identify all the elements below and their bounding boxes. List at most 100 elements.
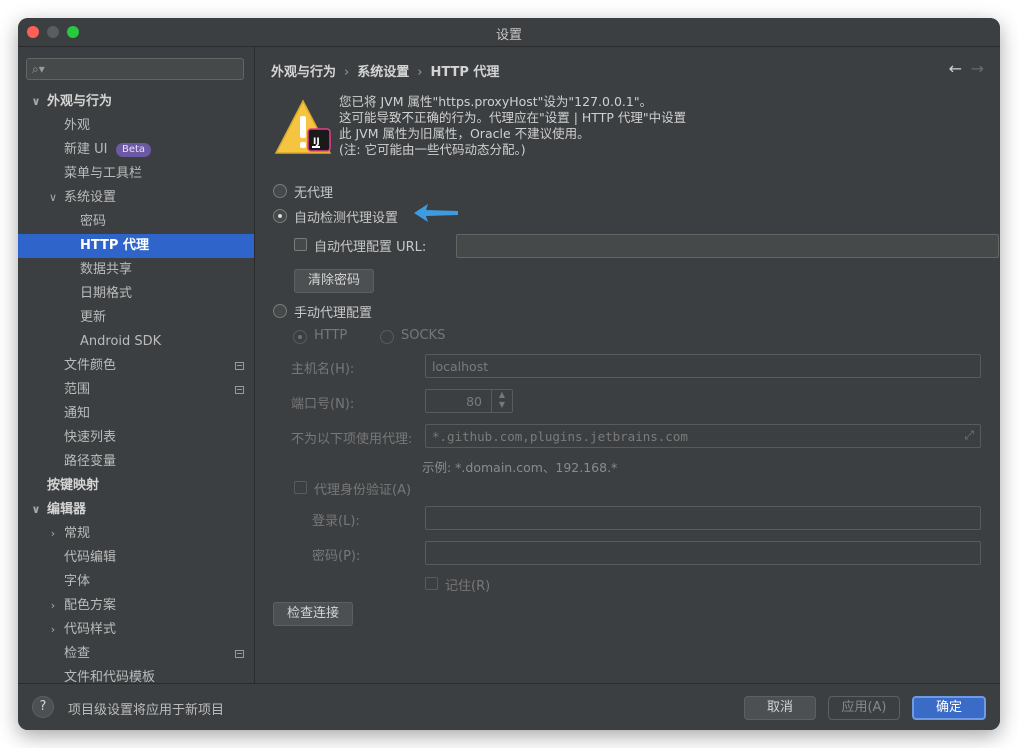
no-proxy-for-input[interactable]: *.github.com,plugins.jetbrains.com ⤢ [425, 424, 981, 448]
sidebar-item[interactable]: 路径变量 [18, 450, 254, 474]
sidebar-item[interactable]: 数据共享 [18, 258, 254, 282]
sidebar-item-label: 菜单与工具栏 [64, 166, 143, 181]
sidebar-item[interactable]: 按键映射 [18, 474, 254, 498]
back-arrow-icon[interactable]: ← [949, 59, 962, 78]
sidebar-item[interactable]: 文件和代码模板 [18, 666, 254, 683]
login-label: 登录(L): [312, 514, 360, 529]
sidebar-item-label: 数据共享 [80, 262, 133, 277]
beta-badge: Beta [116, 143, 152, 157]
password-input[interactable] [425, 541, 981, 565]
sidebar-item-label: 密码 [80, 214, 107, 229]
blue-arrow-annotation-icon [414, 204, 458, 222]
sidebar-item[interactable]: 更新 [18, 306, 254, 330]
chevron-down-icon[interactable]: ∨ [47, 186, 59, 210]
forward-arrow-icon[interactable]: → [971, 59, 984, 78]
sidebar-item[interactable]: 密码 [18, 210, 254, 234]
remember-label[interactable]: 记住(R) [445, 575, 490, 594]
project-scope-icon [235, 362, 244, 370]
sidebar-item[interactable]: ∨ 编辑器 [18, 498, 254, 522]
sidebar-item[interactable]: ∨ 外观与行为 [18, 90, 254, 114]
auto-config-url-checkbox[interactable] [294, 238, 307, 251]
http-label[interactable]: HTTP [314, 328, 347, 343]
search-input[interactable]: ⌕▾ [26, 58, 244, 80]
ok-button[interactable]: 确定 [912, 696, 986, 720]
warning-line: 您已将 JVM 属性"https.proxyHost"设为"127.0.0.1"… [339, 94, 653, 109]
auto-detect-radio[interactable] [273, 209, 287, 223]
sidebar-item[interactable]: 外观 [18, 114, 254, 138]
sidebar-item-label: 系统设置 [64, 190, 117, 205]
example-hint: 示例: *.domain.com、192.168.* [422, 460, 618, 475]
sidebar-item-label: 文件颜色 [64, 358, 117, 373]
breadcrumb-item[interactable]: 系统设置 [357, 65, 409, 80]
sidebar-item[interactable]: 菜单与工具栏 [18, 162, 254, 186]
auto-config-url-input[interactable] [456, 234, 999, 258]
breadcrumb-separator: › [344, 65, 350, 80]
warning-line: 这可能导致不正确的行为。代理应在"设置 | HTTP 代理"中设置 [339, 110, 687, 125]
sidebar-item-label: 路径变量 [64, 454, 117, 469]
chevron-right-icon[interactable]: › [47, 522, 59, 546]
sidebar-item[interactable]: › 常规 [18, 522, 254, 546]
check-connection-button[interactable]: 检查连接 [273, 602, 353, 626]
sidebar-item-label: 检查 [64, 646, 91, 661]
sidebar-item[interactable]: 字体 [18, 570, 254, 594]
sidebar-item[interactable]: › 配色方案 [18, 594, 254, 618]
sidebar-item[interactable]: 通知 [18, 402, 254, 426]
sidebar-item[interactable]: 新建 UI Beta [18, 138, 254, 162]
sidebar-item-label: 按键映射 [47, 478, 100, 493]
port-stepper[interactable]: 80 ▲ ▼ [425, 389, 513, 413]
settings-sidebar: ⌕▾ ∨ 外观与行为外观 新建 UI Beta 菜单与工具栏 ∨ 系统设置密码 HTTP 代理… [18, 47, 255, 683]
sidebar-item[interactable]: 代码编辑 [18, 546, 254, 570]
breadcrumb: 外观与行为 › 系统设置 › HTTP 代理 [271, 61, 499, 80]
auto-detect-label[interactable]: 自动检测代理设置 [294, 207, 398, 226]
sidebar-item[interactable]: HTTP 代理 [18, 234, 254, 258]
sidebar-item-label: 范围 [64, 382, 91, 397]
apply-button[interactable]: 应用(A) [828, 696, 900, 720]
socks-radio[interactable] [380, 330, 394, 344]
breadcrumb-item[interactable]: 外观与行为 [271, 65, 336, 80]
port-spinner-icon[interactable]: ▲ ▼ [491, 390, 512, 412]
project-scope-icon [235, 386, 244, 394]
sidebar-item-label: HTTP 代理 [80, 238, 149, 253]
no-proxy-radio[interactable] [273, 184, 287, 198]
sidebar-item[interactable]: 范围 [18, 378, 254, 402]
sidebar-item-label: 常规 [64, 526, 91, 541]
chevron-right-icon[interactable]: › [47, 594, 59, 618]
sidebar-item[interactable]: 文件颜色 [18, 354, 254, 378]
sidebar-item-label: 代码样式 [64, 622, 117, 637]
login-input[interactable] [425, 506, 981, 530]
sidebar-item-label: 通知 [64, 406, 91, 421]
sidebar-item[interactable]: Android SDK [18, 330, 254, 354]
chevron-down-icon[interactable]: ∨ [30, 498, 42, 522]
intellij-badge-text: IJ [313, 137, 320, 147]
password-label: 密码(P): [312, 549, 361, 564]
breadcrumb-current: HTTP 代理 [430, 65, 500, 80]
auto-config-url-label[interactable]: 自动代理配置 URL: [314, 236, 426, 255]
sidebar-item[interactable]: 日期格式 [18, 282, 254, 306]
chevron-down-icon[interactable]: ∨ [30, 90, 42, 114]
warning-line: 此 JVM 属性为旧属性，Oracle 不建议使用。 [339, 126, 590, 141]
sidebar-item[interactable]: 快速列表 [18, 426, 254, 450]
chevron-right-icon[interactable]: › [47, 618, 59, 642]
sidebar-item[interactable]: › 代码样式 [18, 618, 254, 642]
clear-passwords-button[interactable]: 清除密码 [294, 269, 374, 293]
search-icon: ⌕▾ [32, 62, 45, 76]
warning-line: (注: 它可能由一些代码动态分配。) [339, 142, 526, 157]
sidebar-item-label: 外观与行为 [47, 94, 113, 109]
manual-proxy-radio[interactable] [273, 304, 287, 318]
manual-proxy-label[interactable]: 手动代理配置 [294, 302, 372, 321]
expand-icon[interactable]: ⤢ [964, 428, 974, 443]
sidebar-item[interactable]: 检查 [18, 642, 254, 666]
http-radio[interactable] [293, 330, 307, 344]
host-input[interactable]: localhost [425, 354, 981, 378]
help-button[interactable]: ? [32, 696, 54, 718]
socks-label[interactable]: SOCKS [401, 328, 445, 343]
dialog-footer: ? 项目级设置将应用于新项目 取消 应用(A) 确定 [18, 683, 1000, 730]
cancel-button[interactable]: 取消 [744, 696, 816, 720]
sidebar-item-label: 日期格式 [80, 286, 133, 301]
title-bar: 设置 [18, 18, 1000, 47]
sidebar-item[interactable]: ∨ 系统设置 [18, 186, 254, 210]
proxy-auth-checkbox[interactable] [294, 481, 307, 494]
remember-checkbox[interactable] [425, 577, 438, 590]
proxy-auth-label[interactable]: 代理身份验证(A) [314, 479, 411, 498]
no-proxy-label[interactable]: 无代理 [294, 182, 333, 201]
